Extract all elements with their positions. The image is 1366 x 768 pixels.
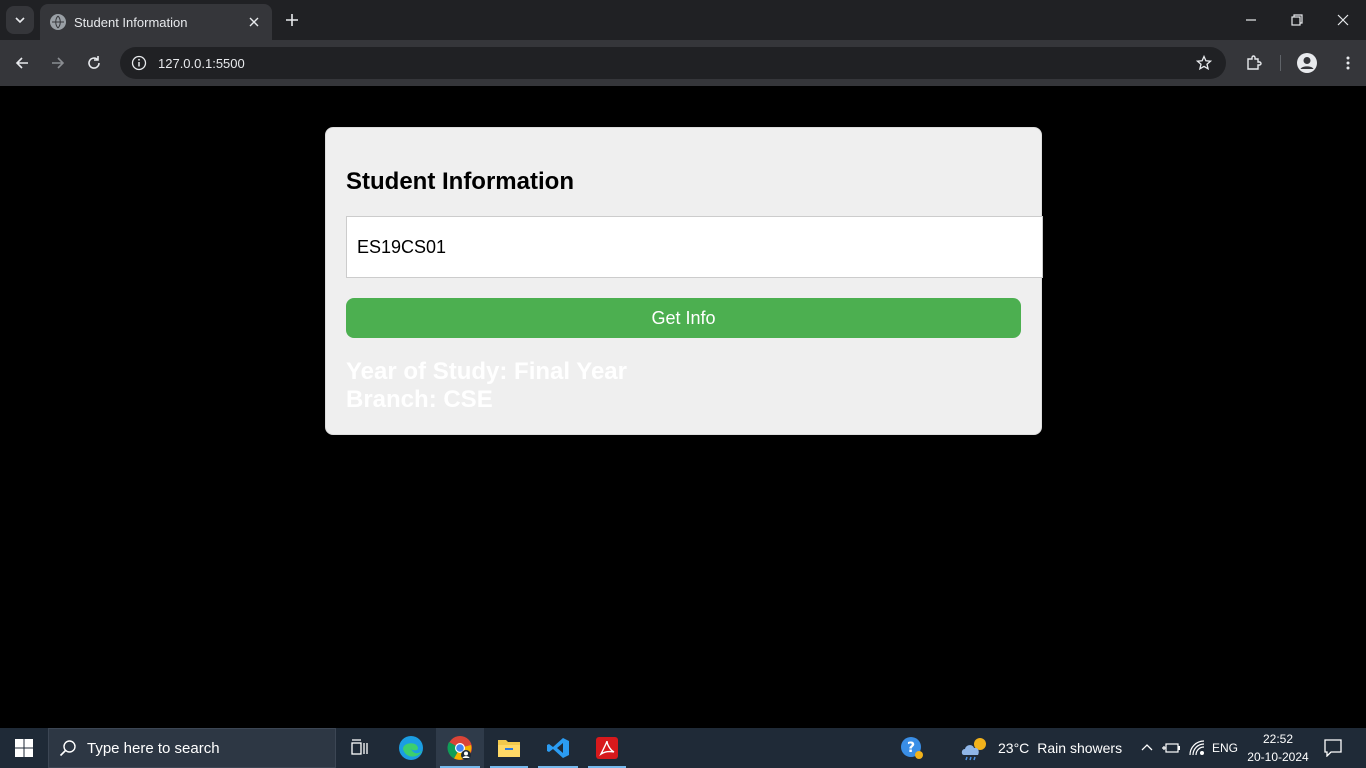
url-text[interactable]: 127.0.0.1:5500	[158, 56, 1190, 71]
result-output: Year of Study: Final Year Branch: CSE	[346, 358, 627, 414]
arrow-left-icon	[15, 57, 28, 69]
search-icon	[59, 740, 76, 757]
taskbar-clock[interactable]: 22:52 20-10-2024	[1246, 730, 1310, 766]
reload-button[interactable]	[80, 49, 108, 77]
folder-icon	[498, 740, 520, 757]
vscode-icon	[547, 738, 569, 758]
task-view-button[interactable]	[338, 728, 382, 768]
help-icon: ?	[901, 737, 923, 759]
back-button[interactable]	[8, 49, 36, 77]
tab-search-button[interactable]	[6, 6, 34, 34]
toolbar-divider	[1280, 55, 1281, 71]
chevron-down-icon	[15, 17, 25, 24]
notifications-button[interactable]	[1318, 728, 1348, 768]
wifi-icon	[1189, 740, 1205, 756]
clock-date: 20-10-2024	[1247, 750, 1309, 764]
windows-taskbar: Type here to search ? 23°C Rain showers …	[0, 728, 1366, 768]
restore-button[interactable]	[1274, 0, 1320, 40]
edge-icon	[399, 736, 423, 760]
student-info-card: Student Information Get Info Year of Stu…	[325, 127, 1043, 435]
taskbar-vscode[interactable]	[534, 728, 582, 768]
language-text: ENG	[1211, 741, 1238, 755]
taskbar-acrobat[interactable]	[584, 728, 630, 768]
page-title: Student Information	[346, 168, 574, 195]
show-hidden-icons-button[interactable]	[1136, 728, 1158, 768]
chevron-up-icon	[1141, 744, 1153, 751]
chrome-icon	[447, 736, 472, 760]
new-tab-button[interactable]	[282, 10, 302, 30]
weather-temp: 23°C	[998, 740, 1030, 756]
browser-toolbar: 127.0.0.1:5500	[0, 40, 1366, 86]
arrow-right-icon	[52, 57, 65, 69]
help-tray-button[interactable]: ?	[896, 728, 928, 768]
browser-tab[interactable]: Student Information	[40, 4, 272, 40]
close-icon	[1337, 14, 1349, 26]
svg-text:?: ?	[907, 740, 915, 756]
get-info-button[interactable]: Get Info	[346, 298, 1021, 338]
taskbar-chrome[interactable]	[436, 728, 484, 768]
acrobat-icon	[596, 737, 618, 759]
profile-button[interactable]	[1293, 49, 1321, 77]
tab-close-icon[interactable]	[246, 14, 262, 30]
plus-icon	[286, 14, 298, 26]
search-placeholder: Type here to search	[87, 739, 220, 757]
weather-widget[interactable]: 23°C Rain showers	[960, 728, 1124, 768]
taskbar-edge[interactable]	[388, 728, 434, 768]
globe-icon	[50, 14, 66, 30]
result-branch: Branch: CSE	[346, 386, 493, 413]
close-window-button[interactable]	[1320, 0, 1366, 40]
avatar-icon	[1297, 53, 1317, 73]
browser-tab-bar: Student Information	[0, 0, 1366, 40]
restore-icon	[1291, 14, 1303, 26]
notification-icon	[1324, 739, 1342, 757]
taskbar-search-box[interactable]: Type here to search	[48, 728, 336, 768]
result-year: Year of Study: Final Year	[346, 358, 627, 385]
windows-logo-icon	[15, 739, 33, 757]
bookmark-star-icon[interactable]	[1190, 49, 1218, 77]
address-bar[interactable]: 127.0.0.1:5500	[120, 47, 1226, 79]
page-content: Student Information Get Info Year of Stu…	[0, 86, 1366, 728]
task-view-icon	[351, 739, 368, 755]
battery-tray-button[interactable]	[1160, 728, 1182, 768]
rain-cloud-icon	[961, 738, 986, 761]
forward-button[interactable]	[44, 49, 72, 77]
kebab-menu-icon	[1346, 56, 1350, 70]
tab-title: Student Information	[74, 14, 188, 30]
weather-description: Rain showers	[1037, 740, 1123, 756]
puzzle-icon	[1247, 55, 1262, 70]
taskbar-file-explorer[interactable]	[486, 728, 532, 768]
clock-time: 22:52	[1262, 732, 1294, 746]
start-button[interactable]	[0, 728, 48, 768]
minimize-button[interactable]	[1228, 0, 1274, 40]
language-indicator[interactable]: ENG	[1210, 728, 1240, 768]
extensions-button[interactable]	[1240, 49, 1268, 77]
reload-icon	[88, 56, 100, 69]
menu-button[interactable]	[1334, 49, 1362, 77]
site-info-icon[interactable]	[128, 52, 150, 74]
student-id-input[interactable]	[346, 216, 1043, 278]
battery-icon	[1162, 743, 1180, 753]
network-tray-button[interactable]	[1186, 728, 1208, 768]
minimize-icon	[1246, 19, 1256, 21]
